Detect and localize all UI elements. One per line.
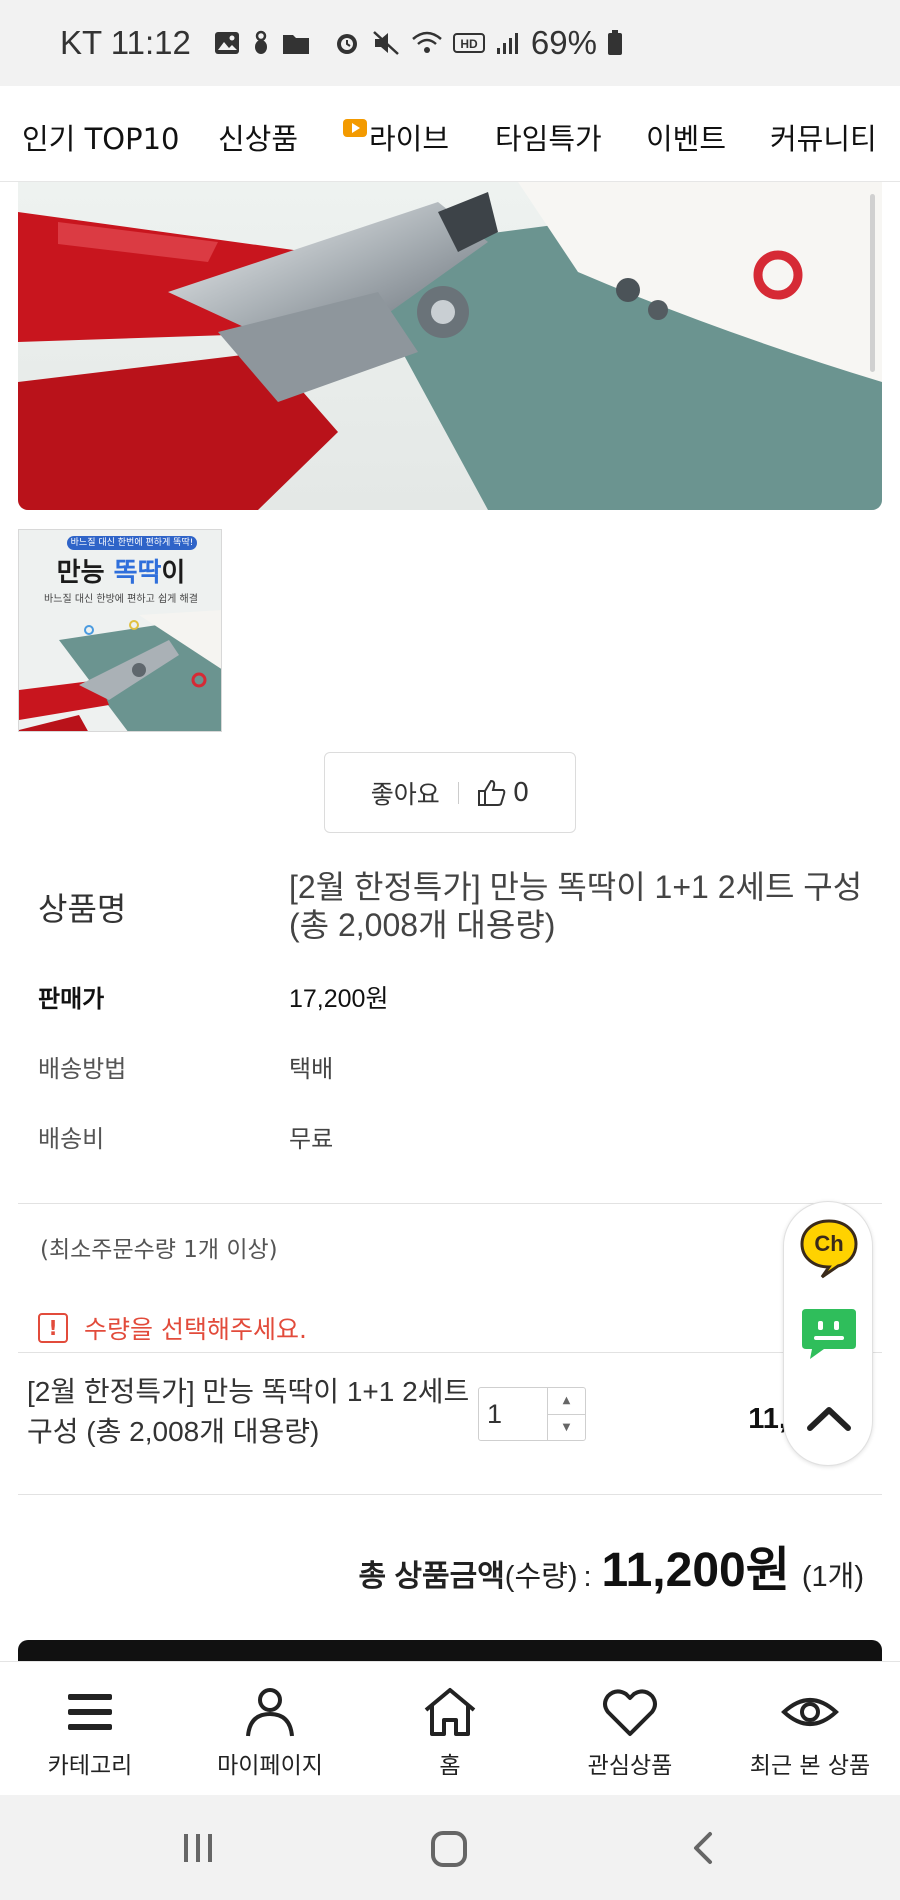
thumbnail-title-end: 이 xyxy=(161,558,186,588)
total-label: 총 상품금액 xyxy=(358,1560,505,1593)
quantity-stepper[interactable]: 1 ▲ ▼ xyxy=(478,1387,586,1441)
nav-item-live-label: 라이브 xyxy=(369,122,450,156)
folder-icon xyxy=(282,35,309,54)
channel-label: Ch xyxy=(814,1231,843,1256)
kakao-channel-icon[interactable]: Ch xyxy=(798,1217,860,1279)
bottom-nav-recent[interactable]: 최근 본 상품 xyxy=(720,1662,900,1796)
thumbnail-subtitle: 바느질 대신 한방에 편하고 쉽게 해결 xyxy=(44,594,198,605)
product-thumbnail[interactable]: 바느질 대신 한번에 편하게 똑딱! 만능 똑딱이 바느질 대신 한방에 편하고… xyxy=(18,529,222,732)
shipping-fee-label: 배송비 xyxy=(38,1125,105,1153)
snapchat-icon xyxy=(254,30,267,54)
shipping-fee: 무료 xyxy=(289,1125,334,1153)
svg-text:HD: HD xyxy=(460,37,478,51)
bottom-nav-wishlist-label: 관심상품 xyxy=(587,1753,673,1779)
status-icons xyxy=(213,29,311,57)
live-play-icon xyxy=(343,119,367,137)
sale-price: 17,200원 xyxy=(289,985,389,1013)
like-label: 좋아요 xyxy=(370,779,440,809)
shipping-method: 택배 xyxy=(289,1055,334,1083)
nav-item-timesale[interactable]: 타임특가 xyxy=(495,116,602,158)
snap-tool-photo xyxy=(18,182,882,510)
like-count: 0 xyxy=(512,777,530,808)
thumbnail-title-accent: 똑딱 xyxy=(113,558,162,588)
section-divider xyxy=(18,1203,882,1204)
nav-item-new[interactable]: 신상품 xyxy=(218,116,298,158)
wifi-icon xyxy=(412,31,442,53)
like-separator xyxy=(457,781,459,804)
product-main-image[interactable] xyxy=(18,182,882,510)
system-nav-bar xyxy=(0,1795,900,1900)
menu-icon xyxy=(68,1694,112,1730)
bottom-nav-mypage[interactable]: 마이페이지 xyxy=(180,1662,360,1796)
floating-action-panel: Ch xyxy=(783,1201,873,1466)
status-right-icons: HD 69% xyxy=(333,24,623,62)
back-icon[interactable] xyxy=(688,1830,716,1866)
nav-item-event[interactable]: 이벤트 xyxy=(646,116,726,158)
thumbnail-banner: 바느질 대신 한번에 편하게 똑딱! xyxy=(67,536,197,550)
talk-chat-icon[interactable] xyxy=(798,1303,860,1365)
bottom-nav-category[interactable]: 카테고리 xyxy=(0,1662,180,1796)
user-icon xyxy=(246,1688,294,1737)
bottom-nav-wishlist[interactable]: 관심상품 xyxy=(540,1662,720,1796)
signal-icon xyxy=(496,33,518,54)
battery-percent: 69% xyxy=(530,24,597,61)
quantity-spinner: ▲ ▼ xyxy=(547,1388,585,1440)
total-qty-label: (수량) xyxy=(504,1561,578,1593)
product-name: [2월 한정특가] 만능 똑딱이 1+1 2세트 구성 (총 2,008개 대용… xyxy=(289,869,863,943)
bottom-nav: 카테고리 마이페이지 홈 관심상품 최근 본 상품 xyxy=(0,1661,900,1795)
nav-item-live[interactable]: 라이브 xyxy=(343,116,449,158)
recent-apps-icon[interactable] xyxy=(180,1830,216,1866)
quantity-warning: ! 수량을 선택해주세요. xyxy=(38,1310,307,1346)
hd-icon: HD xyxy=(452,33,485,53)
total-count: (1개) xyxy=(801,1561,864,1593)
product-name-label: 상품명 xyxy=(38,890,127,928)
thumbnail-title: 만능 똑딱이 xyxy=(19,552,221,589)
option-product-name: [2월 한정특가] 만능 똑딱이 1+1 2세트 구성 (총 2,008개 대용… xyxy=(27,1376,470,1447)
option-divider-top xyxy=(18,1352,882,1353)
bottom-nav-category-label: 카테고리 xyxy=(47,1753,133,1779)
eye-icon xyxy=(781,1698,839,1726)
home-button-icon[interactable] xyxy=(430,1830,468,1868)
top-category-nav: 인기 TOP10 신상품 라이브 타임특가 이벤트 커뮤니티 xyxy=(0,86,900,182)
quantity-down-icon[interactable]: ▼ xyxy=(548,1413,585,1441)
total-price: 총 상품금액 (수량) : 11,200원 (1개) xyxy=(358,1530,864,1600)
mute-icon xyxy=(373,31,399,55)
nav-item-community[interactable]: 커뮤니티 xyxy=(770,116,877,158)
bottom-nav-home[interactable]: 홈 xyxy=(360,1662,540,1796)
bottom-nav-recent-label: 최근 본 상품 xyxy=(749,1753,871,1779)
status-bar: KT 11:12 HD 69% xyxy=(0,0,900,86)
status-time: KT 11:12 xyxy=(60,24,191,61)
shipping-method-label: 배송방법 xyxy=(38,1055,127,1083)
warning-icon: ! xyxy=(38,1313,68,1343)
total-amount: 11,200원 xyxy=(601,1544,790,1597)
sale-price-label: 판매가 xyxy=(38,985,105,1013)
scroll-top-icon[interactable] xyxy=(798,1388,860,1450)
image-scrollbar[interactable] xyxy=(870,194,875,372)
bottom-nav-home-label: 홈 xyxy=(439,1753,461,1779)
quantity-warning-text: 수량을 선택해주세요. xyxy=(84,1315,307,1344)
home-icon xyxy=(424,1688,476,1736)
total-colon: : xyxy=(583,1561,592,1593)
nav-item-top10[interactable]: 인기 TOP10 xyxy=(22,116,180,158)
battery-icon xyxy=(607,30,622,55)
quantity-up-icon[interactable]: ▲ xyxy=(548,1388,585,1414)
bottom-nav-mypage-label: 마이페이지 xyxy=(217,1753,323,1779)
gallery-icon xyxy=(214,32,239,54)
quantity-input[interactable]: 1 xyxy=(479,1388,547,1440)
min-order-notice: (최소주문수량 1개 이상) xyxy=(40,1237,278,1263)
alarm-icon xyxy=(336,34,357,54)
thumbnail-title-main: 만능 xyxy=(56,558,114,588)
option-divider-bottom xyxy=(18,1494,882,1495)
like-button[interactable]: 좋아요 0 xyxy=(324,752,576,833)
heart-icon xyxy=(603,1689,657,1736)
thumbs-up-icon xyxy=(477,779,506,806)
